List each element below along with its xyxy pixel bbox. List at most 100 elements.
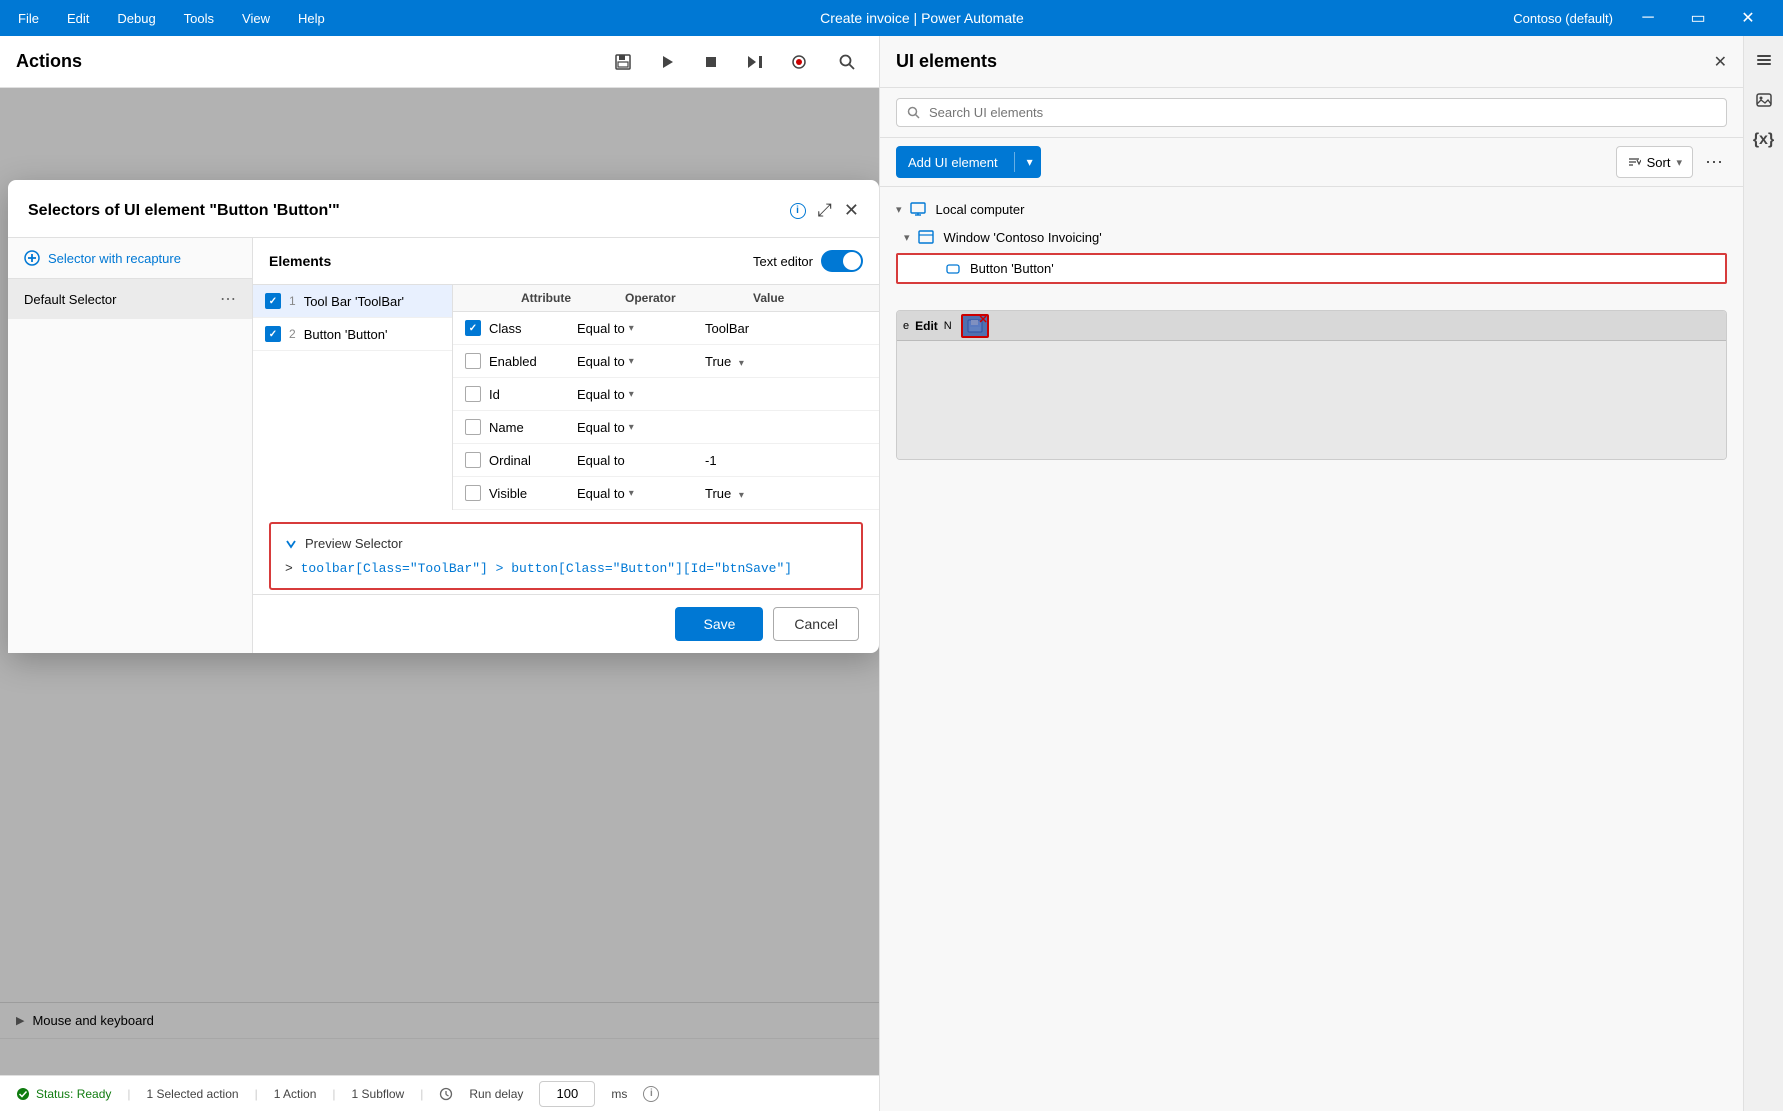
element-checkbox-2[interactable]: ✓ <box>265 326 281 342</box>
menu-edit[interactable]: Edit <box>61 7 95 30</box>
search-input-container <box>896 98 1727 127</box>
elements-title: Elements <box>269 253 331 269</box>
element-checkbox-1[interactable]: ✓ <box>265 293 281 309</box>
record-toolbar-button[interactable] <box>783 46 815 78</box>
play-toolbar-button[interactable] <box>651 46 683 78</box>
element-item-1[interactable]: ✓ 1 Tool Bar 'ToolBar' <box>253 285 452 318</box>
menu-view[interactable]: View <box>236 7 276 30</box>
more-options-button[interactable]: ⋯ <box>1701 148 1727 177</box>
window-label: Window 'Contoso Invoicing' <box>944 230 1102 245</box>
invoice-edit-text: Edit <box>915 319 938 333</box>
delay-info-icon[interactable]: i <box>643 1086 659 1102</box>
attr-checkbox-name[interactable] <box>465 419 481 435</box>
ui-elements-search-section <box>880 88 1743 138</box>
save-button[interactable]: Save <box>675 607 763 641</box>
add-ui-element-button[interactable]: Add UI element <box>896 146 1010 178</box>
app-title: Create invoice | Power Automate <box>351 10 1494 26</box>
modal-main-header: Elements Text editor <box>253 238 879 285</box>
screenshot-preview-section: e Edit N ✕ <box>896 310 1727 460</box>
expand-icon: ▾ <box>904 231 910 244</box>
close-button[interactable]: ✕ <box>1725 0 1771 36</box>
modal-header-icons: i ⤢ ✕ <box>790 196 860 225</box>
invoice-app-preview: e Edit N ✕ <box>897 311 1726 459</box>
attr-name-class: Class <box>489 321 569 336</box>
tree-item-button[interactable]: Button 'Button' <box>896 253 1727 284</box>
local-computer-label: Local computer <box>936 202 1025 217</box>
selector-more-button[interactable]: ⋯ <box>220 289 236 309</box>
close-ui-panel-button[interactable]: ✕ <box>1714 52 1727 72</box>
selected-action-text: 1 Selected action <box>147 1087 239 1101</box>
menu-help[interactable]: Help <box>292 7 331 30</box>
account-label: Contoso (default) <box>1513 11 1613 26</box>
element-num-2: 2 <box>289 327 296 341</box>
invoice-toolbar: e Edit N ✕ <box>897 311 1726 341</box>
modal-title: Selectors of UI element "Button 'Button'… <box>28 202 780 220</box>
sort-label: Sort <box>1647 155 1671 170</box>
attr-value-visible: True ▾ <box>705 486 744 501</box>
default-selector-item[interactable]: Default Selector ⋯ <box>8 279 252 319</box>
modal-sidebar: Selector with recapture Default Selector… <box>8 238 253 653</box>
attr-operator-visible[interactable]: Equal to ▾ <box>577 486 697 501</box>
attr-operator-enabled[interactable]: Equal to ▾ <box>577 354 697 369</box>
add-selector-button[interactable]: Selector with recapture <box>24 250 236 266</box>
delay-unit: ms <box>611 1087 627 1101</box>
elements-list: ✓ 1 Tool Bar 'ToolBar' ✓ <box>253 285 453 510</box>
modal-expand-button[interactable]: ⤢ <box>814 196 836 225</box>
attr-operator-id[interactable]: Equal to ▾ <box>577 387 697 402</box>
preview-selector-text: toolbar[Class="ToolBar"] > button[Class=… <box>301 561 792 576</box>
subflow-text: 1 Subflow <box>352 1087 405 1101</box>
actions-toolbar <box>607 46 815 78</box>
attr-name-ordinal: Ordinal <box>489 453 569 468</box>
tree-item-button-inner: Button 'Button' <box>898 255 1725 282</box>
stop-toolbar-button[interactable] <box>695 46 727 78</box>
text-editor-label: Text editor <box>753 254 813 269</box>
ui-elements-search-input[interactable] <box>929 105 1716 120</box>
save-icon <box>614 53 632 71</box>
attr-checkbox-id[interactable] <box>465 386 481 402</box>
menu-debug[interactable]: Debug <box>111 7 161 30</box>
red-x-icon: ✕ <box>979 315 988 326</box>
attr-name-visible: Visible <box>489 486 569 501</box>
modal-info-icon[interactable]: i <box>790 203 806 219</box>
attr-operator-ordinal: Equal to <box>577 453 697 468</box>
sort-button[interactable]: Sort ▾ <box>1616 146 1693 178</box>
attr-operator-name[interactable]: Equal to ▾ <box>577 420 697 435</box>
title-bar-right: Contoso (default) ─ ▭ ✕ <box>1513 0 1771 36</box>
menu-tools[interactable]: Tools <box>178 7 220 30</box>
preview-code: > toolbar[Class="ToolBar"] > button[Clas… <box>285 561 847 576</box>
search-actions-button[interactable] <box>831 46 863 78</box>
element-item-2[interactable]: ✓ 2 Button 'Button' <box>253 318 452 351</box>
tree-item-local-computer[interactable]: ▾ Local computer <box>880 195 1743 223</box>
attr-value-enabled: True ▾ <box>705 354 744 369</box>
attr-checkbox-visible[interactable] <box>465 485 481 501</box>
preview-chevron-icon <box>285 538 297 550</box>
attr-checkbox-class[interactable]: ✓ <box>465 320 481 336</box>
actions-title: Actions <box>16 51 591 72</box>
cancel-button[interactable]: Cancel <box>773 607 859 641</box>
add-ui-element-dropdown-button[interactable]: ▾ <box>1019 146 1041 178</box>
menu-file[interactable]: File <box>12 7 45 30</box>
monitor-icon <box>910 201 926 217</box>
text-editor-toggle[interactable] <box>821 250 863 272</box>
invoice-n-label: N <box>944 320 952 332</box>
window-icon <box>918 229 934 245</box>
attr-checkbox-ordinal[interactable] <box>465 452 481 468</box>
image-icon-button[interactable] <box>1748 84 1780 116</box>
save-toolbar-button[interactable] <box>607 46 639 78</box>
attr-operator-class[interactable]: Equal to ▾ <box>577 321 697 336</box>
minimize-button[interactable]: ─ <box>1625 0 1671 36</box>
selected-item-wrapper: Button 'Button' <box>880 251 1743 286</box>
step-icon <box>746 54 764 70</box>
add-button-separator <box>1014 152 1015 172</box>
tree-item-window[interactable]: ▾ Window 'Contoso Invoicing' <box>880 223 1743 251</box>
step-toolbar-button[interactable] <box>739 46 771 78</box>
attr-col-value: Value <box>753 291 784 305</box>
restore-button[interactable]: ▭ <box>1675 0 1721 36</box>
modal-close-button[interactable]: ✕ <box>844 200 859 221</box>
attr-header-row: Attribute Operator Value <box>453 285 879 312</box>
run-delay-input[interactable] <box>539 1081 595 1107</box>
attr-checkbox-enabled[interactable] <box>465 353 481 369</box>
braces-icon-button[interactable]: {x} <box>1748 124 1780 156</box>
layers-icon-button[interactable] <box>1748 44 1780 76</box>
search-icon <box>838 53 856 71</box>
